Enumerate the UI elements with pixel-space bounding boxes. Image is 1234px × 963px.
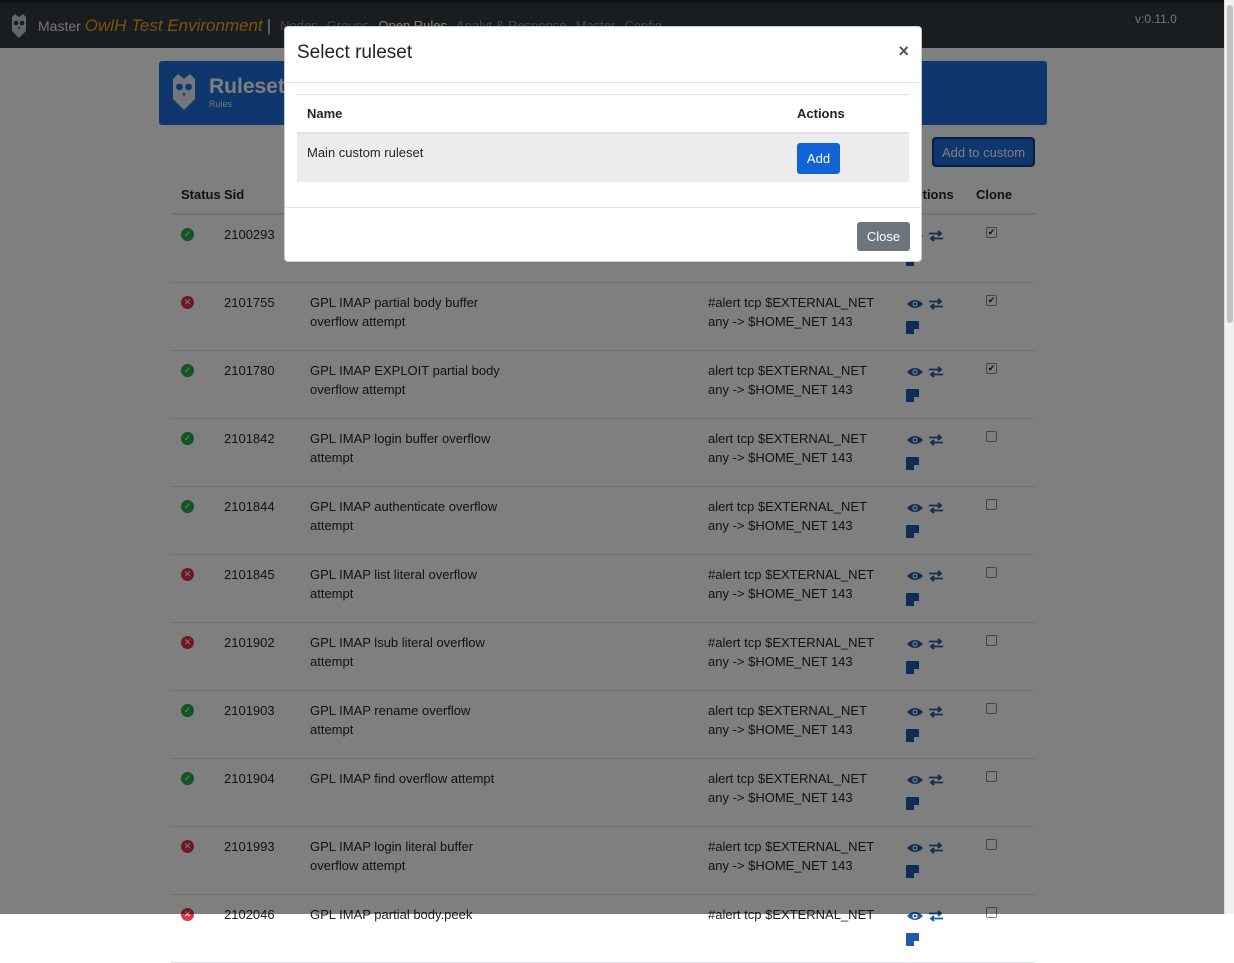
ruleset-table-header: Name Actions [297, 94, 909, 134]
ruleset-name: Main custom ruleset [307, 145, 424, 160]
header-actions: Actions [797, 106, 845, 121]
close-icon[interactable]: × [898, 41, 909, 62]
modal-footer: Close [285, 207, 921, 263]
scrollbar-thumb[interactable] [1227, 5, 1233, 323]
modal-title: Select ruleset [297, 42, 413, 63]
actions-cell [906, 908, 956, 951]
ruleset-table: Name Actions Main custom ruleset Add [297, 94, 909, 182]
modal-header: Select ruleset × [285, 27, 921, 83]
ruleset-row: Main custom ruleset Add [297, 134, 909, 182]
close-button[interactable]: Close [857, 222, 910, 251]
note-icon[interactable] [906, 933, 919, 946]
add-ruleset-button[interactable]: Add [797, 143, 840, 174]
header-name: Name [307, 106, 343, 121]
select-ruleset-modal: Select ruleset × Name Actions Main custo… [284, 26, 922, 262]
